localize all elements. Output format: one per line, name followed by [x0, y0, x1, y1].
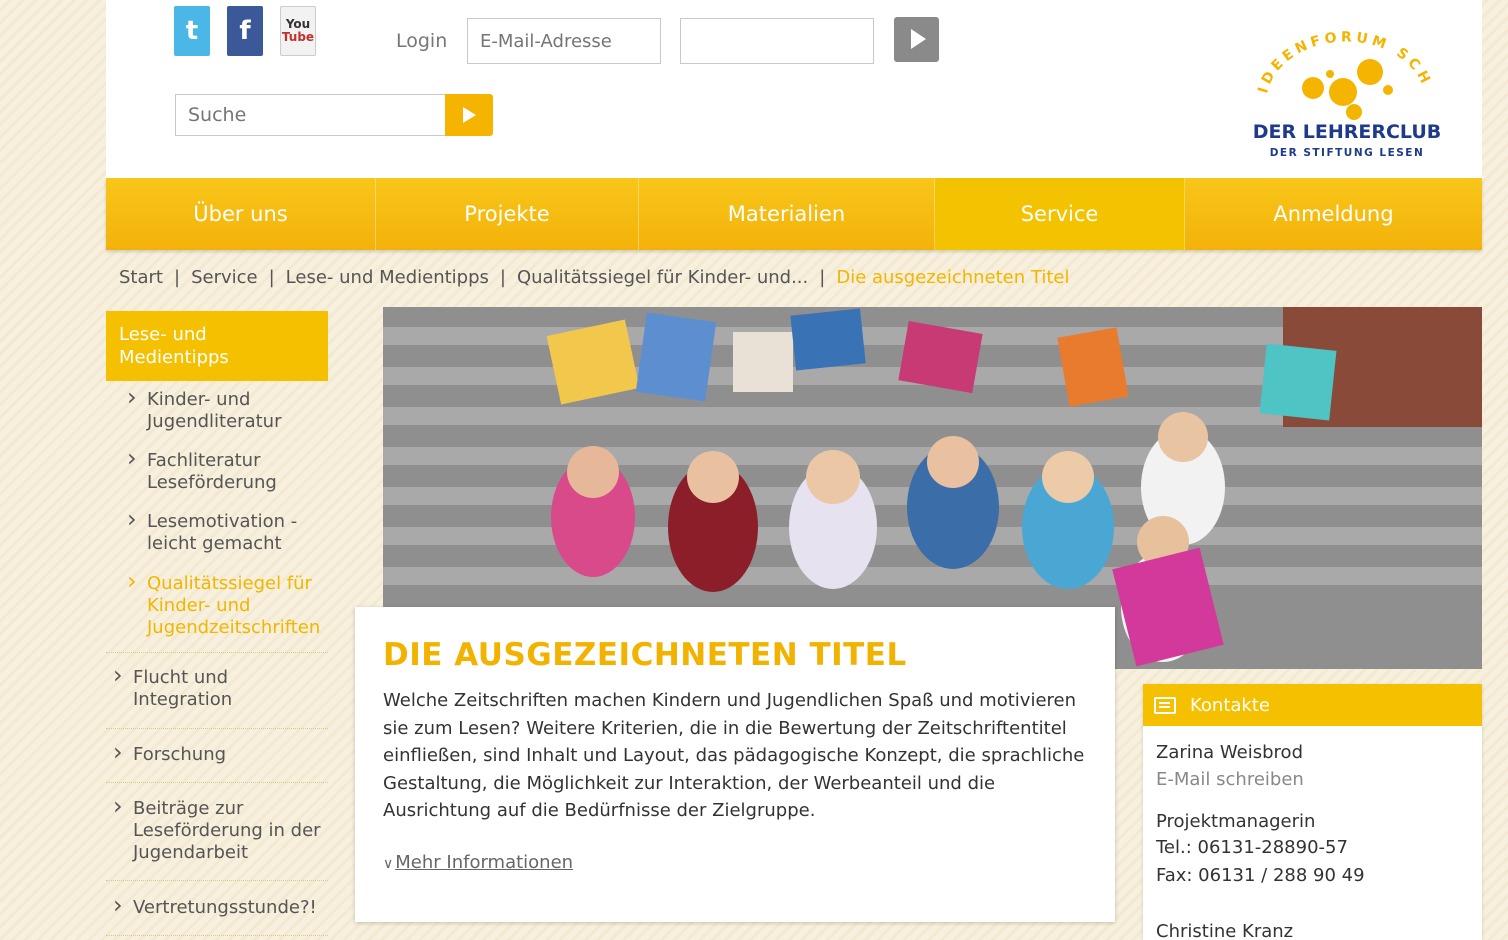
chevron-down-icon: ∨ — [383, 856, 394, 872]
sidebar-item-flucht-integration[interactable]: Flucht und Integration — [113, 664, 328, 711]
contacts-header: Kontakte — [1143, 684, 1482, 726]
main-nav: Über uns Projekte Materialien Service An… — [106, 178, 1482, 250]
lehrerclub-logo[interactable]: IDEENFORUM SCHULE DER LEHRERCLUB DER STI… — [1242, 22, 1452, 162]
facebook-icon[interactable]: f — [227, 6, 263, 56]
facebook-glyph: f — [239, 16, 251, 46]
breadcrumb-qualitaetssiegel[interactable]: Qualitätssiegel für Kinder- und... — [517, 267, 808, 288]
sidebar-divider — [106, 652, 328, 653]
breadcrumb-current: Die ausgezeichneten Titel — [836, 267, 1070, 288]
sidebar-item-lesemotivation[interactable]: Lesemotivation - leicht gemacht — [127, 508, 327, 555]
breadcrumb-service[interactable]: Service — [191, 267, 258, 288]
breadcrumb-start[interactable]: Start — [119, 267, 163, 288]
site-header: t f You Tube Login IDEENFORUM SCHULE DER… — [106, 0, 1482, 178]
contact-name-2: Christine Kranz — [1156, 921, 1294, 940]
twitter-glyph: t — [185, 16, 199, 46]
youtube-glyph-bottom: Tube — [281, 30, 315, 44]
nav-service[interactable]: Service — [935, 178, 1185, 250]
breadcrumb: Start | Service | Lese- und Medientipps | Qual… — [119, 267, 1069, 288]
youtube-icon[interactable]: You Tube — [280, 6, 316, 56]
article-card: DIE AUSGEZEICHNETEN TITEL Welche Zeitsch… — [355, 607, 1115, 922]
contacts-heading: Kontakte — [1190, 694, 1270, 716]
contact-fax: Fax: 06131 / 288 90 49 — [1156, 865, 1365, 886]
contact-name: Zarina Weisbrod — [1156, 742, 1303, 763]
twitter-icon[interactable]: t — [174, 6, 210, 56]
sidebar-divider — [106, 728, 328, 729]
article-text: Welche Zeitschriften machen Kindern und … — [383, 690, 1085, 821]
search-input[interactable] — [175, 94, 447, 136]
nav-ueber-uns[interactable]: Über uns — [106, 178, 376, 250]
login-submit-button[interactable] — [894, 17, 939, 62]
nav-projekte[interactable]: Projekte — [376, 178, 639, 250]
nav-anmeldung[interactable]: Anmeldung — [1185, 178, 1482, 250]
sidebar-divider — [106, 935, 328, 936]
login-label: Login — [396, 30, 448, 52]
breadcrumb-separator: | — [173, 267, 181, 288]
password-field[interactable] — [680, 18, 874, 64]
more-info-toggle[interactable]: ∨ Mehr Informationen — [383, 852, 573, 873]
sidebar-item-beitraege[interactable]: Beiträge zur Leseförderung in der Jugend… — [113, 795, 328, 864]
email-field[interactable] — [467, 18, 661, 64]
breadcrumb-lese-medientipps[interactable]: Lese- und Medientipps — [286, 267, 489, 288]
breadcrumb-separator: | — [819, 267, 826, 288]
logo-title: DER LEHRERCLUB — [1253, 121, 1442, 143]
sidebar-item-kinder-jugendliteratur[interactable]: Kinder- und Jugendliteratur — [127, 386, 327, 433]
sidebar-divider — [106, 782, 328, 783]
sidebar-item-forschung[interactable]: Forschung — [113, 741, 328, 766]
sidebar-divider — [106, 880, 328, 881]
breadcrumb-separator: | — [268, 267, 275, 288]
contact-role: Projektmanagerin — [1156, 811, 1316, 832]
sidebar-item-fachliteratur[interactable]: Fachliteratur Leseförderung — [127, 447, 327, 494]
contact-email-link[interactable]: E-Mail schreiben — [1156, 769, 1304, 790]
sidebar-heading[interactable]: Lese- und Medientipps — [106, 311, 328, 381]
logo-subtitle: DER STIFTUNG LESEN — [1270, 147, 1425, 159]
sidebar-item-qualitaetssiegel[interactable]: Qualitätssiegel für Kinder- und Jugendze… — [127, 570, 327, 639]
contact-tel: Tel.: 06131-28890-57 — [1156, 837, 1348, 858]
more-info-link[interactable]: Mehr Informationen — [395, 852, 573, 873]
search-button[interactable] — [445, 94, 493, 136]
contacts-panel: Kontakte Zarina Weisbrod E-Mail schreibe… — [1143, 684, 1482, 940]
breadcrumb-separator: | — [499, 267, 506, 288]
page-title: DIE AUSGEZEICHNETEN TITEL — [383, 637, 907, 673]
nav-materialien[interactable]: Materialien — [639, 178, 935, 250]
sidebar-item-vertretungsstunde[interactable]: Vertretungsstunde?! — [113, 894, 328, 919]
message-icon — [1154, 696, 1176, 714]
